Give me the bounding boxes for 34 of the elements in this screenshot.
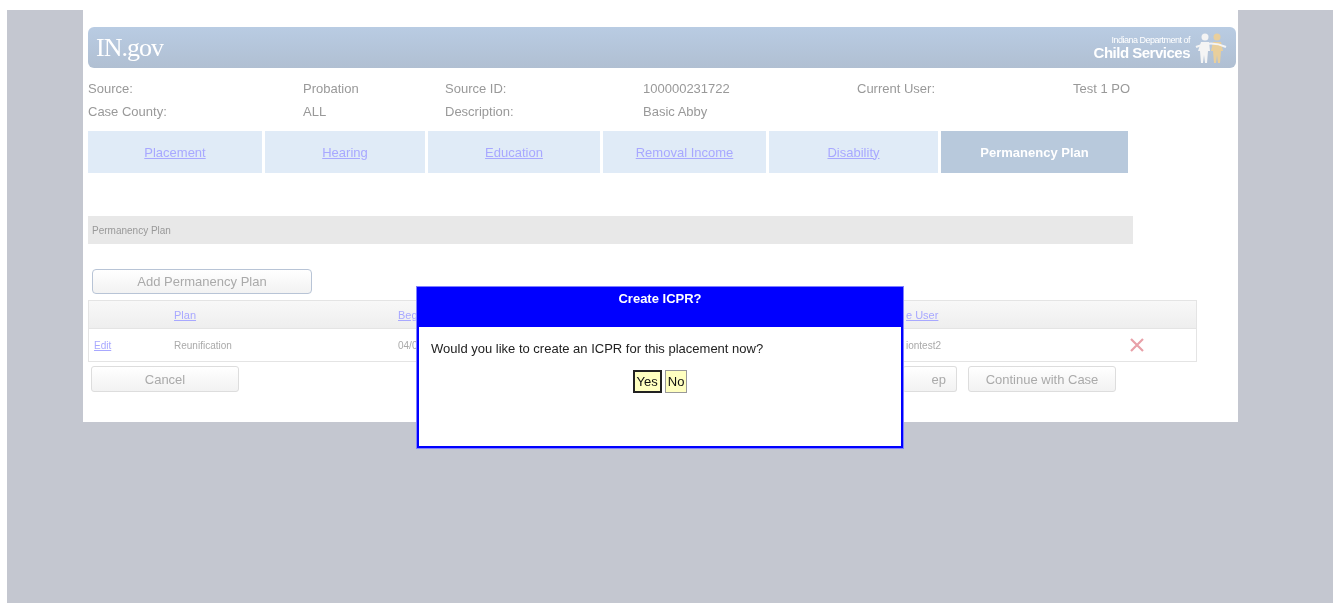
field-value: Probation: [303, 80, 360, 97]
tab[interactable]: Disability: [769, 131, 938, 173]
field-value: Test 1 PO: [1073, 80, 1132, 97]
section-title: Permanency Plan: [92, 224, 171, 236]
tab[interactable]: Placement: [88, 131, 262, 173]
cancel-button[interactable]: Cancel: [91, 366, 239, 392]
delete-icon[interactable]: [1129, 337, 1145, 353]
column-header[interactable]: Plan: [174, 308, 197, 321]
continue-button[interactable]: Continue with Case: [968, 366, 1116, 392]
tab[interactable]: Permanency Plan: [941, 131, 1128, 173]
tab[interactable]: Removal Income: [603, 131, 766, 173]
field-label: Source:: [88, 80, 134, 97]
agency-name: Indiana Department of: [1111, 35, 1190, 45]
field-label: Case County:: [88, 103, 168, 120]
field-label: Current User:: [857, 80, 937, 97]
field-value: ALL: [303, 103, 328, 120]
tab[interactable]: Hearing: [265, 131, 425, 173]
table-cell-text: Reunification: [174, 339, 233, 351]
site-logo[interactable]: IN.gov: [96, 32, 163, 63]
agency-name: Child Services: [1093, 44, 1190, 60]
tab[interactable]: Education: [428, 131, 600, 173]
edit-link[interactable]: Edit: [94, 339, 112, 351]
dialog-button[interactable]: Yes: [632, 370, 662, 393]
dialog-button[interactable]: No: [664, 370, 688, 393]
field-label: Description:: [445, 103, 515, 120]
dialog-title: Create ICPR?: [618, 291, 702, 306]
dialog-message: Would you like to create an ICPR for this placement now?: [431, 341, 765, 356]
add-plan-button[interactable]: Add Permanency Plan: [92, 269, 312, 294]
field-value: Basic Abby: [643, 103, 709, 120]
partial-button[interactable]: ep: [903, 366, 957, 392]
field-label: Source ID:: [445, 80, 508, 97]
table-cell-text: iontest2: [906, 339, 943, 351]
column-header[interactable]: e User: [906, 308, 939, 321]
field-value: 100000231722: [643, 80, 731, 97]
